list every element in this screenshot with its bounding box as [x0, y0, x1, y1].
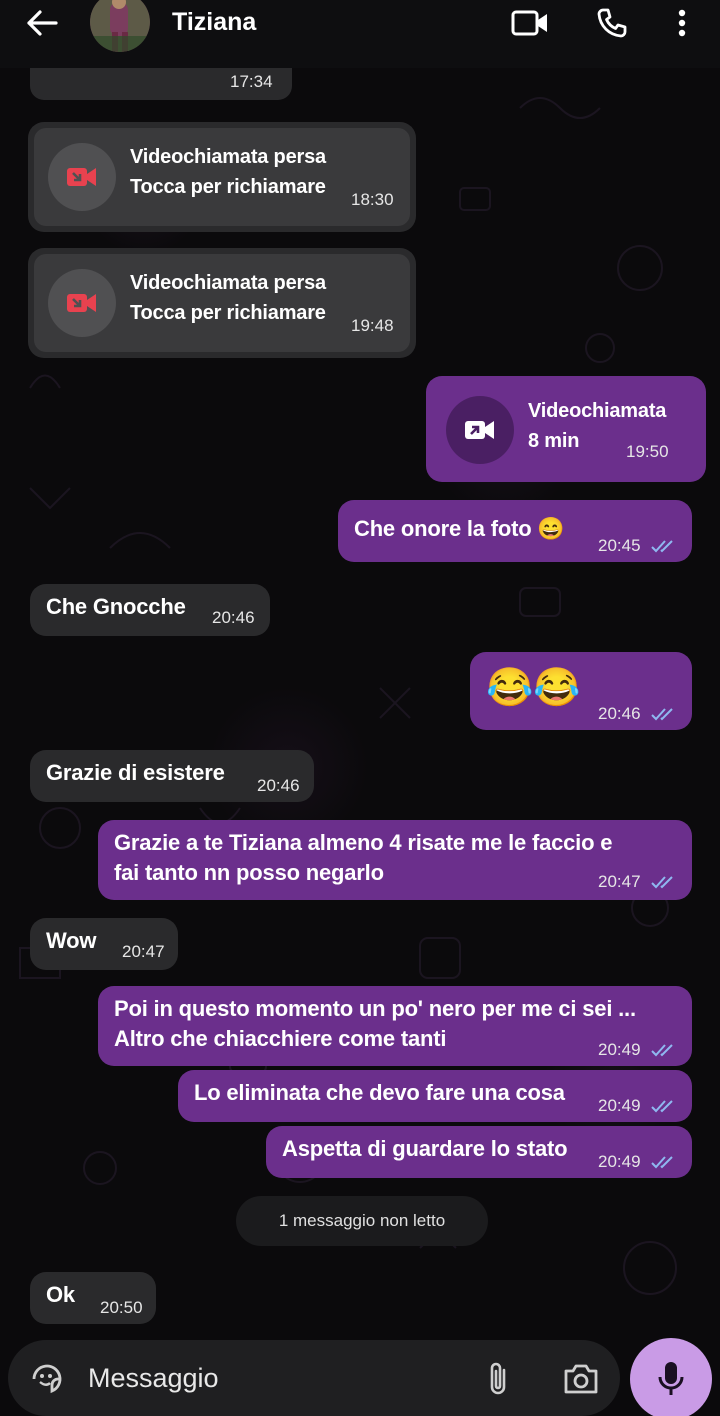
call-subtitle: Tocca per richiamare	[130, 302, 326, 324]
message-text: Grazie di esistere	[46, 760, 225, 785]
message-time: 20:47	[122, 942, 165, 961]
unread-divider: 1 messaggio non letto	[236, 1196, 488, 1246]
more-vert-icon[interactable]	[670, 6, 694, 40]
sticker-icon[interactable]	[30, 1362, 64, 1396]
message-text: Wow	[46, 928, 97, 953]
message-text: 😂😂	[486, 667, 581, 709]
call-title: Videochiamata persa	[130, 146, 326, 168]
double-check-icon	[651, 1044, 673, 1057]
call-subtitle: Tocca per richiamare	[130, 176, 326, 198]
message-incoming[interactable]: Ok 20:50	[30, 1272, 156, 1324]
message-time: 19:50	[626, 442, 669, 461]
avatar[interactable]	[90, 0, 150, 52]
video-call-icon[interactable]	[510, 6, 550, 40]
chat-header: Tiziana	[0, 0, 720, 68]
back-arrow-icon[interactable]	[22, 8, 62, 38]
contact-name[interactable]: Tiziana	[172, 8, 256, 37]
attach-icon[interactable]	[484, 1360, 512, 1398]
message-incoming[interactable]: Wow 20:47	[30, 918, 178, 970]
double-check-icon	[651, 708, 673, 721]
call-duration: 8 min	[528, 430, 580, 452]
call-title: Videochiamata	[528, 400, 667, 422]
message-time: 20:46	[257, 776, 300, 795]
outgoing-video-icon	[446, 396, 514, 464]
missed-video-icon	[48, 269, 116, 337]
message-text: Che Gnocche	[46, 594, 186, 619]
message-text-line2: Altro che chiacchiere come tanti	[114, 1026, 447, 1051]
call-title: Videochiamata persa	[130, 272, 326, 294]
message-text-line2: fai tanto nn posso negarlo	[114, 860, 384, 885]
message-composer	[8, 1340, 620, 1416]
message-outgoing[interactable]: Lo eliminata che devo fare una cosa 20:4…	[178, 1070, 692, 1122]
message-incoming[interactable]: Che Gnocche 20:46	[30, 584, 270, 636]
chat-area[interactable]: 17:34 Videochiamata persa Tocca per rich…	[0, 68, 720, 1338]
message-incoming[interactable]: Grazie di esistere 20:46	[30, 750, 314, 802]
message-text: Ok	[46, 1282, 75, 1307]
message-outgoing[interactable]: Grazie a te Tiziana almeno 4 risate me l…	[98, 820, 692, 900]
camera-icon[interactable]	[562, 1362, 600, 1396]
message-time: 20:46	[212, 608, 255, 627]
call-card-partial[interactable]: 17:34	[30, 68, 292, 100]
message-outgoing[interactable]: 😂😂 20:46	[470, 652, 692, 730]
double-check-icon	[651, 540, 673, 553]
message-text: Che onore la foto 😄	[354, 516, 565, 541]
message-time: 20:50	[100, 1298, 143, 1317]
message-time: 20:45	[598, 536, 641, 555]
message-outgoing[interactable]: Poi in questo momento un po' nero per me…	[98, 986, 692, 1066]
message-text-line1: Grazie a te Tiziana almeno 4 risate me l…	[114, 830, 613, 855]
mic-button[interactable]	[630, 1338, 712, 1416]
missed-video-icon	[48, 143, 116, 211]
message-time: 20:47	[598, 872, 641, 891]
message-time: 18:30	[351, 190, 394, 209]
message-text-line1: Poi in questo momento un po' nero per me…	[114, 996, 636, 1021]
phone-icon[interactable]	[594, 6, 630, 40]
message-time: 17:34	[230, 72, 273, 91]
mic-icon	[658, 1362, 684, 1395]
message-input[interactable]	[88, 1358, 468, 1398]
message-time: 20:49	[598, 1152, 641, 1171]
video-call-card[interactable]: Videochiamata 8 min 19:50	[426, 376, 706, 482]
message-outgoing[interactable]: Aspetta di guardare lo stato 20:49	[266, 1126, 692, 1178]
message-text: Aspetta di guardare lo stato	[282, 1136, 568, 1161]
message-time: 20:49	[598, 1096, 641, 1115]
message-text: Lo eliminata che devo fare una cosa	[194, 1080, 565, 1105]
double-check-icon	[651, 1100, 673, 1113]
message-time: 19:48	[351, 316, 394, 335]
missed-call-card[interactable]: Videochiamata persa Tocca per richiamare…	[28, 122, 416, 232]
message-time: 20:49	[598, 1040, 641, 1059]
double-check-icon	[651, 876, 673, 889]
message-outgoing[interactable]: Che onore la foto 😄 20:45	[338, 500, 692, 562]
double-check-icon	[651, 1156, 673, 1169]
message-time: 20:46	[598, 704, 641, 723]
missed-call-card[interactable]: Videochiamata persa Tocca per richiamare…	[28, 248, 416, 358]
